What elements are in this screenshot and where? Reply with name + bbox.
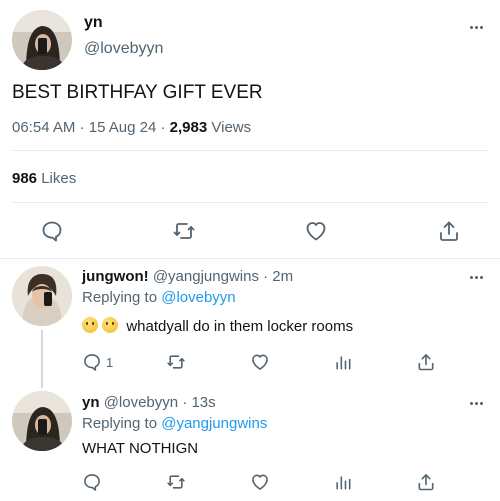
views-count: 2,983 [169, 119, 208, 136]
reply-text-body: whatdyall do in them locker rooms [126, 318, 354, 335]
replying-to-label: Replying to [82, 289, 158, 306]
likes-label: Likes [41, 170, 77, 187]
likes-count: 986 [12, 170, 38, 187]
replying-to-handle[interactable]: @yangjungwins [161, 415, 267, 432]
replying-to-label: Replying to [82, 415, 158, 432]
share-icon[interactable] [416, 472, 436, 492]
more-horizontal-icon[interactable] [468, 24, 484, 30]
more-horizontal-icon[interactable] [468, 400, 484, 406]
author-name[interactable]: yn [84, 14, 103, 32]
tweet-meta: 06:54 AM · 15 Aug 24 · 2,983 Views [12, 119, 251, 136]
comment-icon[interactable]: 1 [82, 352, 113, 372]
heart-icon[interactable] [250, 352, 270, 372]
thread-line [41, 330, 43, 388]
replying-to: Replying to @yangjungwins [82, 415, 267, 432]
emoji-icon [82, 317, 98, 333]
divider [12, 202, 488, 203]
comment-icon[interactable] [82, 472, 102, 492]
tweet-text: BEST BIRTHFAY GIFT EVER [12, 82, 263, 103]
reply-count: 1 [106, 354, 114, 370]
comment-icon[interactable] [40, 219, 64, 243]
reply-author-name[interactable]: yn [82, 394, 100, 411]
views-label: Views [211, 119, 252, 136]
tweet-time[interactable]: 06:54 AM [12, 119, 75, 136]
retweet-icon[interactable] [172, 219, 196, 243]
divider [0, 258, 500, 259]
reply-age[interactable]: 13s [191, 394, 215, 411]
more-horizontal-icon[interactable] [468, 274, 484, 280]
share-icon[interactable] [437, 219, 461, 243]
avatar[interactable] [12, 391, 72, 451]
analytics-icon[interactable] [333, 352, 353, 372]
reply-header: jungwon! @yangjungwins · 2m [82, 268, 293, 285]
tweet-date[interactable]: 15 Aug 24 [89, 119, 157, 136]
reply-author-handle[interactable]: @lovebyyn [104, 394, 178, 411]
reply-header: yn @lovebyyn · 13s [82, 394, 216, 411]
likes-stat[interactable]: 986 Likes [12, 170, 76, 187]
meta-separator: · [263, 268, 269, 285]
meta-separator: · [160, 119, 166, 136]
reply-author-name[interactable]: jungwon! [82, 268, 149, 285]
replying-to: Replying to @lovebyyn [82, 289, 236, 306]
author-handle[interactable]: @lovebyyn [84, 40, 163, 58]
reply-text: WHAT NOTHIGN [82, 440, 199, 457]
reply-text: whatdyall do in them locker rooms [82, 317, 353, 335]
share-icon[interactable] [416, 352, 436, 372]
reply-author-handle[interactable]: @yangjungwins [153, 268, 259, 285]
heart-icon[interactable] [250, 472, 270, 492]
emoji-icon [102, 317, 119, 333]
heart-icon[interactable] [304, 219, 328, 243]
avatar[interactable] [12, 266, 72, 326]
analytics-icon[interactable] [333, 472, 353, 492]
divider [12, 150, 488, 151]
retweet-icon[interactable] [166, 472, 186, 492]
meta-separator: · [182, 394, 188, 411]
retweet-icon[interactable] [166, 352, 186, 372]
meta-separator: · [79, 119, 85, 136]
avatar[interactable] [12, 10, 72, 70]
replying-to-handle[interactable]: @lovebyyn [161, 289, 235, 306]
reply-age[interactable]: 2m [272, 268, 293, 285]
